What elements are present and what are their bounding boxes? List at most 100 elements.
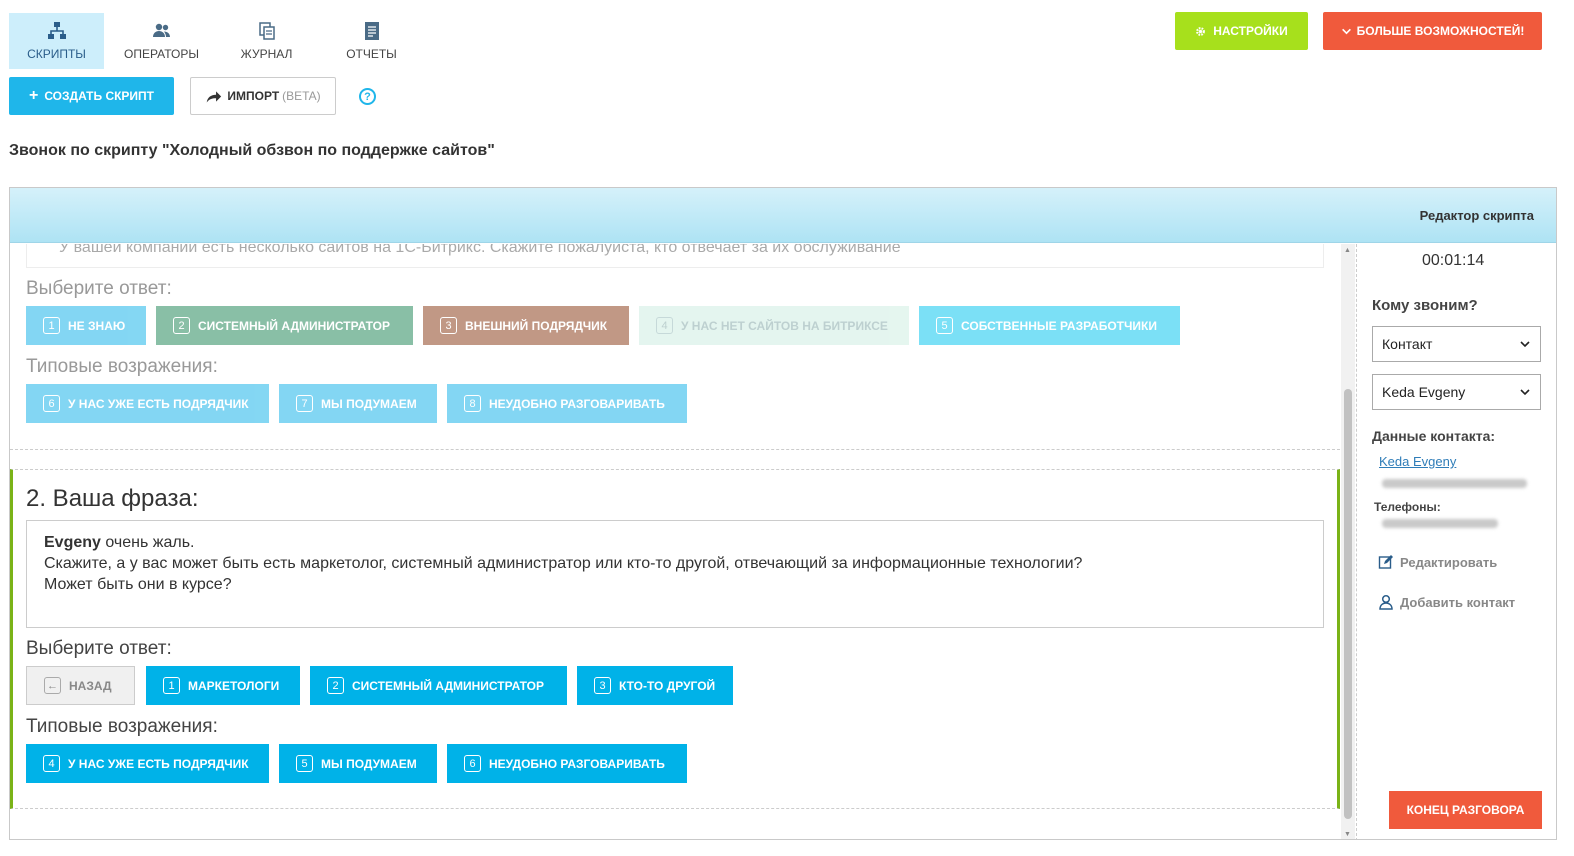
add-contact-button[interactable]: Добавить контакт	[1378, 594, 1515, 610]
objection-label: У НАС УЖЕ ЕСТЬ ПОДРЯДЧИК	[68, 396, 249, 411]
chevron-down-icon	[1341, 28, 1351, 34]
answer-number: 3	[594, 677, 611, 694]
help-icon[interactable]: ?	[359, 88, 376, 105]
previous-answer-4[interactable]: 4 У НАС НЕТ САЙТОВ НА БИТРИКСЕ	[639, 306, 909, 345]
chevron-down-icon	[1520, 341, 1530, 348]
tab-operators-label: ОПЕРАТОРЫ	[124, 47, 199, 61]
end-call-button[interactable]: КОНЕЦ РАЗГОВОРА	[1389, 791, 1542, 829]
objection-label: МЫ ПОДУМАЕМ	[321, 756, 417, 771]
settings-button[interactable]: НАСТРОЙКИ	[1175, 12, 1308, 50]
answer-label: СОБСТВЕННЫЕ РАЗРАБОТЧИКИ	[961, 318, 1157, 333]
objection-4[interactable]: 4 У НАС УЖЕ ЕСТЬ ПОДРЯДЧИК	[26, 744, 269, 783]
edit-contact-button[interactable]: Редактировать	[1378, 554, 1497, 570]
create-script-button[interactable]: + СОЗДАТЬ СКРИПТ	[9, 77, 174, 115]
more-features-label: БОЛЬШЕ ВОЗМОЖНОСТЕЙ!	[1356, 24, 1525, 38]
objection-label: МЫ ПОДУМАЕМ	[321, 396, 417, 411]
top-nav: СКРИПТЫ ОПЕРАТОРЫ ЖУРНАЛ ОТЧЕТЫ	[9, 13, 429, 69]
answer-label: НЕ ЗНАЮ	[68, 318, 126, 333]
objection-label: НЕУДОБНО РАЗГОВАРИВАТЬ	[489, 756, 665, 771]
answer-number: 2	[327, 677, 344, 694]
page-title: Звонок по скрипту "Холодный обзвон по по…	[9, 142, 495, 159]
step-divider	[10, 449, 1340, 450]
previous-phrase-box: У вашей компании есть несколько сайтов н…	[26, 244, 1324, 268]
scroll-up-icon[interactable]: ▲	[1344, 247, 1351, 254]
objection-number: 7	[296, 395, 313, 412]
answer-3[interactable]: 3 КТО-ТО ДРУГОЙ	[577, 666, 733, 705]
answer-number: 1	[163, 677, 180, 694]
call-timer: 00:01:14	[1422, 252, 1485, 269]
previous-answer-5[interactable]: 5 СОБСТВЕННЫЕ РАЗРАБОТЧИКИ	[919, 306, 1180, 345]
tab-scripts[interactable]: СКРИПТЫ	[9, 13, 104, 69]
contact-select[interactable]: Keda Evgeny	[1372, 374, 1541, 410]
arrow-left-icon: ←	[44, 677, 61, 694]
previous-answer-2[interactable]: 2 СИСТЕМНЫЙ АДМИНИСТРАТОР	[156, 306, 413, 345]
answer-number: 3	[440, 317, 457, 334]
tab-reports[interactable]: ОТЧЕТЫ	[324, 13, 419, 69]
import-button[interactable]: ИМПОРТ (BETA)	[190, 77, 336, 115]
more-features-button[interactable]: БОЛЬШЕ ВОЗМОЖНОСТЕЙ!	[1323, 12, 1542, 50]
scroll-down-icon[interactable]: ▼	[1344, 831, 1351, 838]
objection-number: 8	[464, 395, 481, 412]
scroll-thumb[interactable]	[1344, 389, 1352, 819]
objection-number: 4	[43, 755, 60, 772]
answer-number: 1	[43, 317, 60, 334]
document-icon	[364, 22, 379, 40]
step-title: 2. Ваша фраза:	[26, 485, 199, 512]
answer-label: У НАС НЕТ САЙТОВ НА БИТРИКСЕ	[681, 318, 888, 333]
previous-choose-label: Выберите ответ:	[26, 278, 172, 299]
answer-label: СИСТЕМНЫЙ АДМИНИСТРАТОР	[198, 318, 391, 333]
call-sidebar: 00:01:14 Кому звоним? Контакт Keda Evgen…	[1366, 244, 1556, 839]
previous-answer-1[interactable]: 1 НЕ ЗНАЮ	[26, 306, 146, 345]
objection-number: 6	[464, 755, 481, 772]
user-icon	[1379, 594, 1393, 610]
edit-contact-label: Редактировать	[1400, 554, 1498, 570]
blurred-phone	[1382, 519, 1498, 528]
settings-label: НАСТРОЙКИ	[1213, 24, 1288, 38]
contact-name-link[interactable]: Keda Evgeny	[1379, 454, 1456, 469]
users-icon	[152, 23, 170, 37]
script-area: У вашей компании есть несколько сайтов н…	[10, 244, 1340, 839]
share-arrow-icon	[207, 90, 222, 102]
phones-label: Телефоны:	[1374, 500, 1441, 514]
objection-6[interactable]: 6 НЕУДОБНО РАЗГОВАРИВАТЬ	[447, 744, 687, 783]
script-scrollbar[interactable]: ▲ ▼	[1341, 244, 1355, 839]
answer-label: КТО-ТО ДРУГОЙ	[619, 678, 716, 693]
blurred-contact-info	[1382, 479, 1527, 488]
objection-label: НЕУДОБНО РАЗГОВАРИВАТЬ	[489, 396, 665, 411]
script-editor-link[interactable]: Редактор скрипта	[1420, 208, 1534, 223]
answer-number: 5	[936, 317, 953, 334]
previous-objection-6[interactable]: 6 У НАС УЖЕ ЕСТЬ ПОДРЯДЧИК	[26, 384, 269, 423]
recipient-type-value: Контакт	[1382, 336, 1433, 352]
objections-label: Типовые возражения:	[26, 716, 218, 737]
create-script-label: СОЗДАТЬ СКРИПТ	[44, 89, 155, 103]
previous-objection-7[interactable]: 7 МЫ ПОДУМАЕМ	[279, 384, 437, 423]
answer-label: МАРКЕТОЛОГИ	[188, 678, 280, 693]
copy-icon	[258, 22, 275, 40]
phrase-line-1: очень жаль.	[100, 534, 195, 551]
back-button[interactable]: ← НАЗАД	[26, 666, 135, 705]
previous-answer-3[interactable]: 3 ВНЕШНИЙ ПОДРЯДЧИК	[423, 306, 629, 345]
answer-1[interactable]: 1 МАРКЕТОЛОГИ	[146, 666, 300, 705]
import-beta-label: (BETA)	[282, 89, 321, 103]
current-step: 2. Ваша фраза: Evgeny очень жаль. Скажит…	[10, 469, 1340, 809]
answer-label: ВНЕШНИЙ ПОДРЯДЧИК	[465, 318, 608, 333]
phrase-line-2: Скажите, а у вас может быть есть маркето…	[44, 555, 1083, 572]
answer-number: 2	[173, 317, 190, 334]
import-label: ИМПОРТ	[227, 89, 280, 103]
answer-2[interactable]: 2 СИСТЕМНЫЙ АДМИНИСТРАТОР	[310, 666, 567, 705]
contact-select-value: Keda Evgeny	[1382, 384, 1466, 400]
sitemap-icon	[47, 22, 66, 39]
tab-scripts-label: СКРИПТЫ	[27, 47, 86, 61]
gear-icon	[1196, 26, 1206, 36]
tab-operators[interactable]: ОПЕРАТОРЫ	[114, 13, 209, 69]
tab-reports-label: ОТЧЕТЫ	[346, 47, 397, 61]
phrase-contact-name: Evgeny	[44, 534, 101, 551]
recipient-type-select[interactable]: Контакт	[1372, 326, 1541, 362]
phrase-box: Evgeny очень жаль. Скажите, а у вас може…	[26, 520, 1324, 628]
who-calling-label: Кому звоним?	[1372, 297, 1478, 314]
sidebar-divider	[1356, 244, 1357, 839]
objection-5[interactable]: 5 МЫ ПОДУМАЕМ	[279, 744, 437, 783]
chevron-down-icon	[1520, 389, 1530, 396]
previous-objection-8[interactable]: 8 НЕУДОБНО РАЗГОВАРИВАТЬ	[447, 384, 687, 423]
tab-journal[interactable]: ЖУРНАЛ	[219, 13, 314, 69]
